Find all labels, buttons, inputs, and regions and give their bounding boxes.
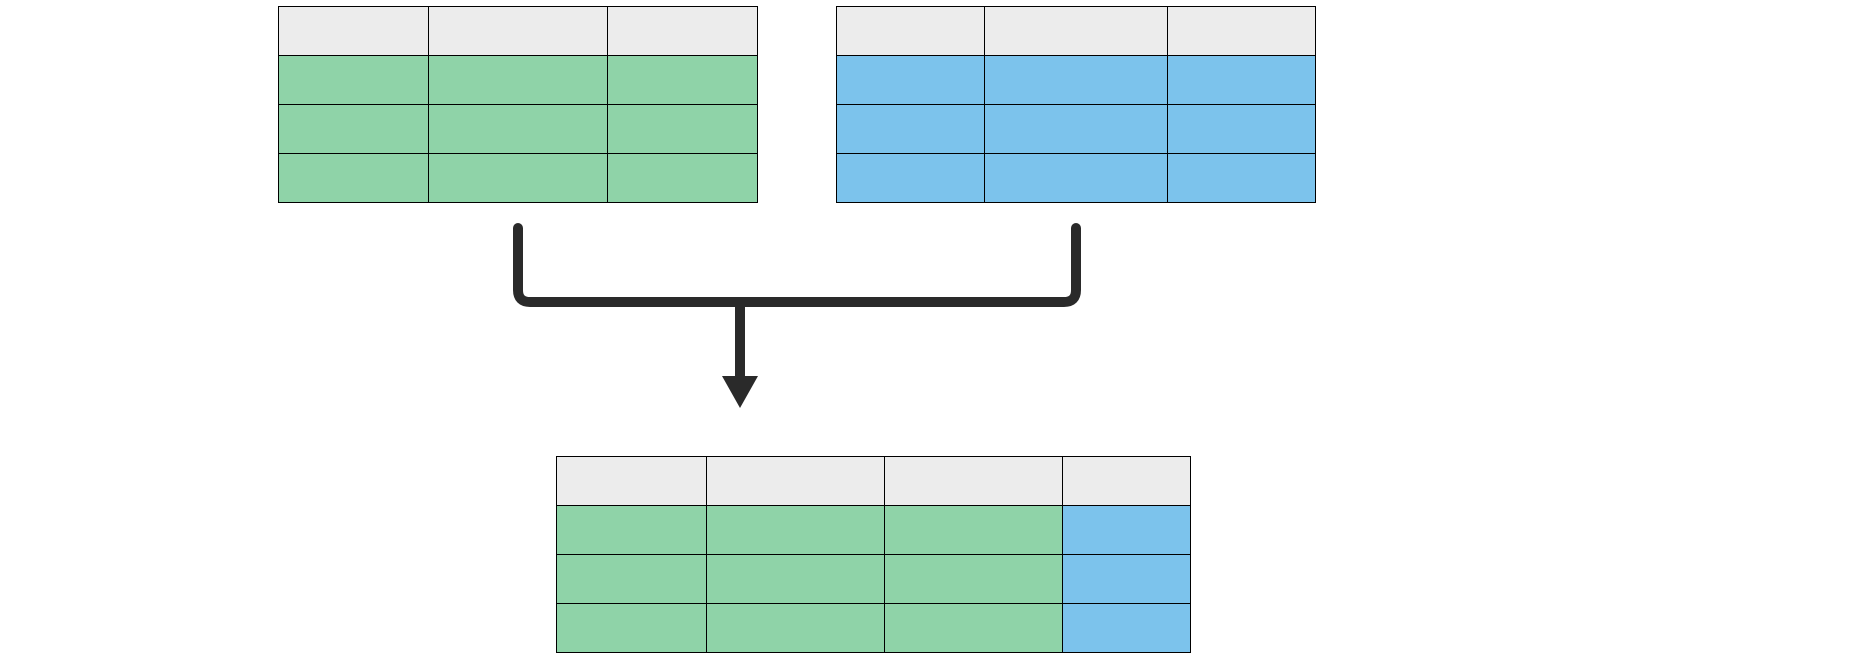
table-row	[279, 105, 758, 154]
data-cell	[1167, 154, 1315, 203]
header-cell	[557, 457, 707, 506]
data-cell	[1063, 555, 1191, 604]
output-table-merged	[556, 456, 1191, 653]
data-cell	[279, 56, 429, 105]
input-table-right	[836, 6, 1316, 203]
header-cell	[279, 7, 429, 56]
table-row	[837, 105, 1316, 154]
header-cell	[707, 457, 885, 506]
header-cell	[837, 7, 985, 56]
header-cell	[885, 457, 1063, 506]
data-cell	[885, 555, 1063, 604]
data-cell	[707, 506, 885, 555]
data-cell	[557, 506, 707, 555]
data-cell	[1167, 105, 1315, 154]
data-cell	[985, 154, 1167, 203]
table-row	[557, 604, 1191, 653]
data-cell	[557, 604, 707, 653]
data-cell	[837, 154, 985, 203]
input-table-left	[278, 6, 758, 203]
data-cell	[837, 105, 985, 154]
diagram-canvas	[0, 0, 1872, 660]
data-cell	[985, 105, 1167, 154]
data-cell	[607, 56, 757, 105]
data-cell	[429, 105, 607, 154]
table-row	[279, 154, 758, 203]
data-cell	[557, 555, 707, 604]
header-cell	[1063, 457, 1191, 506]
table-row	[837, 56, 1316, 105]
table-row	[279, 7, 758, 56]
header-cell	[1167, 7, 1315, 56]
header-cell	[429, 7, 607, 56]
table-row	[837, 7, 1316, 56]
header-cell	[607, 7, 757, 56]
data-cell	[707, 555, 885, 604]
data-cell	[607, 105, 757, 154]
table-row	[557, 506, 1191, 555]
data-cell	[279, 105, 429, 154]
data-cell	[1167, 56, 1315, 105]
data-cell	[429, 154, 607, 203]
table-row	[557, 457, 1191, 506]
data-cell	[707, 604, 885, 653]
data-cell	[429, 56, 607, 105]
data-cell	[279, 154, 429, 203]
data-cell	[837, 56, 985, 105]
header-cell	[985, 7, 1167, 56]
data-cell	[985, 56, 1167, 105]
data-cell	[885, 604, 1063, 653]
table-row	[279, 56, 758, 105]
table-row	[837, 154, 1316, 203]
data-cell	[607, 154, 757, 203]
data-cell	[885, 506, 1063, 555]
data-cell	[1063, 604, 1191, 653]
data-cell	[1063, 506, 1191, 555]
table-row	[557, 555, 1191, 604]
